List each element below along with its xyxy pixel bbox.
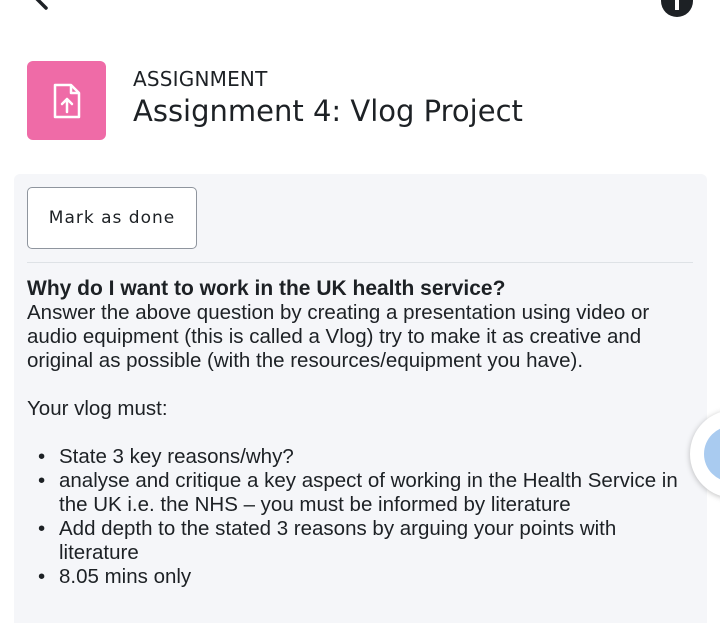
list-item: Add depth to the stated 3 reasons by arg…	[38, 517, 697, 565]
arrow-left-icon[interactable]	[30, 0, 70, 18]
list-item: State 3 key reasons/why?	[38, 445, 697, 469]
assistant-icon	[704, 426, 720, 482]
info-icon[interactable]	[660, 0, 694, 18]
assignment-content-panel: Mark as done Why do I want to work in th…	[14, 174, 707, 623]
page-title: Assignment 4: Vlog Project	[133, 94, 523, 128]
activity-header: ASSIGNMENT Assignment 4: Vlog Project	[133, 67, 523, 129]
list-item: 8.05 mins only	[38, 565, 697, 589]
question-heading: Why do I want to work in the UK health s…	[27, 277, 506, 300]
assignment-page: ASSIGNMENT Assignment 4: Vlog Project Ma…	[0, 0, 720, 623]
assignment-description: Why do I want to work in the UK health s…	[27, 277, 697, 589]
assignment-upload-icon	[27, 61, 106, 140]
requirements-list: State 3 key reasons/why? analyse and cri…	[27, 445, 697, 589]
list-item: analyse and critique a key aspect of wor…	[38, 469, 697, 517]
divider	[27, 262, 693, 263]
mark-as-done-button[interactable]: Mark as done	[27, 187, 197, 249]
activity-type-label: ASSIGNMENT	[133, 67, 268, 91]
instructions-text: Answer the above question by creating a …	[27, 301, 650, 372]
requirements-intro: Your vlog must:	[27, 397, 168, 420]
